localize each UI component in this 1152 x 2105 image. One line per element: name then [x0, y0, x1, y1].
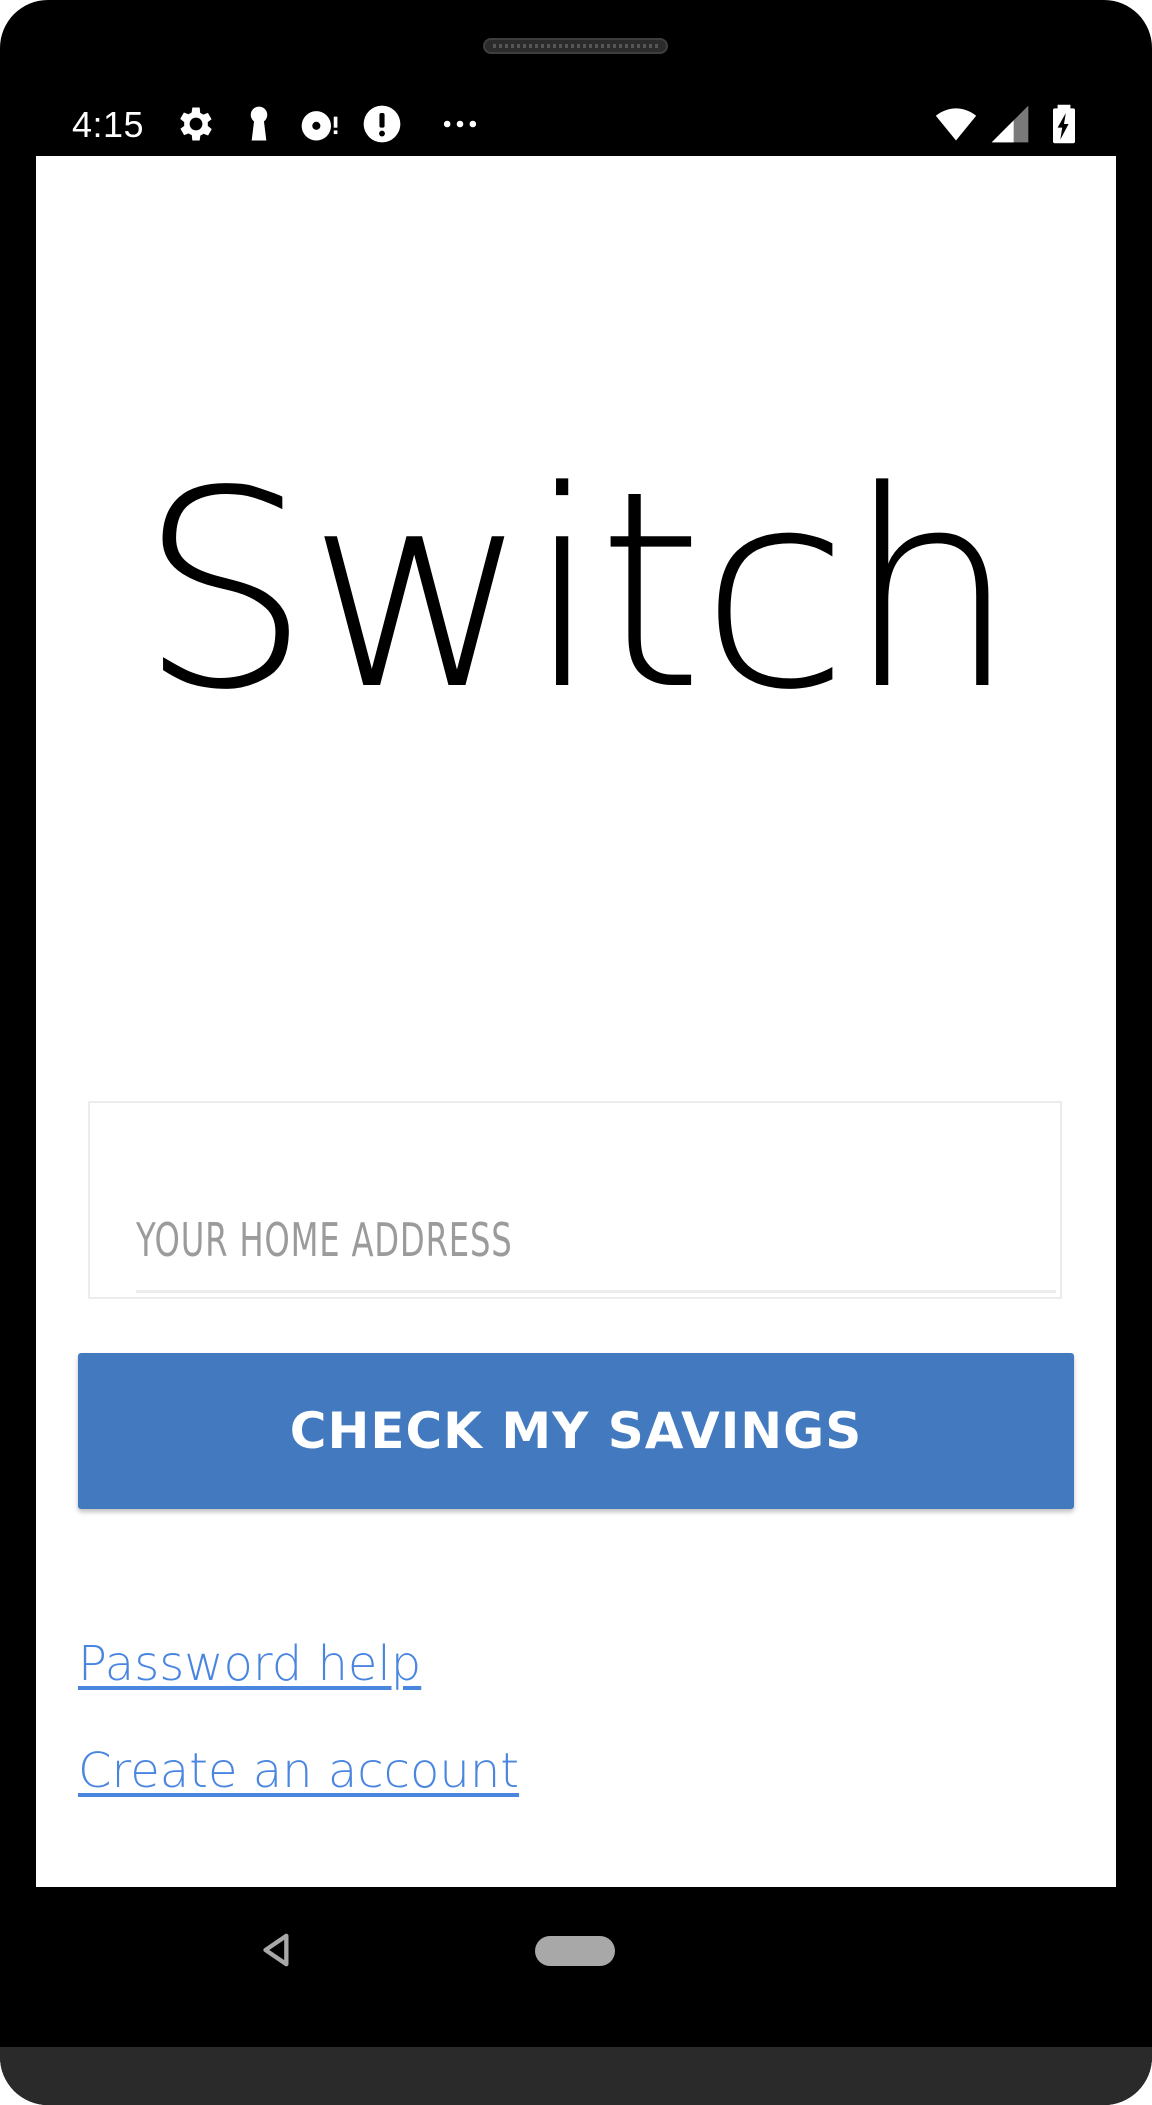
app-screen: Switch YOUR HOME ADDRESS CHECK MY SAVING…	[36, 156, 1116, 1887]
gear-icon	[174, 102, 218, 146]
wifi-icon	[934, 102, 978, 146]
check-savings-button[interactable]: CHECK MY SAVINGS	[78, 1353, 1074, 1509]
status-bar: 4:15	[36, 96, 1116, 156]
home-icon[interactable]	[535, 1936, 615, 1966]
device-bottom-bezel	[0, 2047, 1152, 2105]
home-address-input[interactable]	[136, 1197, 1056, 1293]
back-icon[interactable]	[258, 1930, 298, 1970]
create-account-link[interactable]: Create an account	[78, 1743, 519, 1799]
more-dots-icon	[438, 102, 482, 146]
address-field-container: YOUR HOME ADDRESS	[88, 1101, 1062, 1299]
status-time: 4:15	[72, 104, 145, 145]
device-frame: 4:15 Switch YOUR HOME ADDRESS CHECK MY S…	[0, 0, 1152, 2105]
keyhole-icon	[237, 102, 281, 146]
disk-alert-icon	[298, 102, 342, 146]
speaker-grille	[483, 38, 668, 54]
alert-circle-icon	[360, 102, 404, 146]
password-help-link[interactable]: Password help	[78, 1636, 421, 1692]
app-title: Switch	[138, 434, 1017, 750]
battery-charging-icon	[1042, 102, 1086, 146]
signal-icon	[988, 102, 1032, 146]
